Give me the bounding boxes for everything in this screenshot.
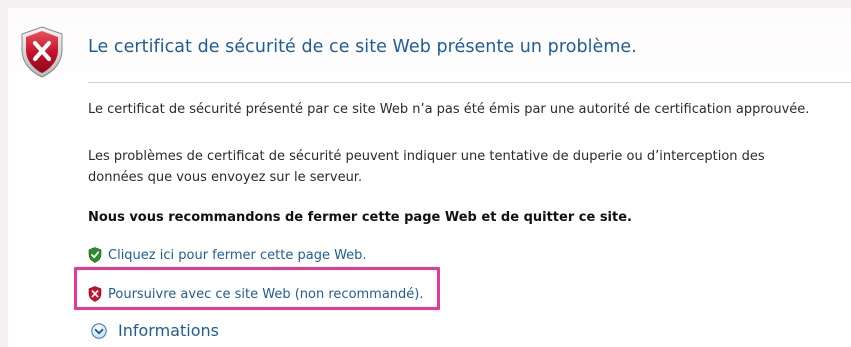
chevron-down-circle-icon	[91, 322, 107, 339]
certificate-error-page: Le certificat de sécurité de ce site Web…	[8, 8, 851, 347]
more-information-label[interactable]: Informations	[118, 321, 219, 340]
recommendation-text: Nous vous recommandons de fermer cette p…	[88, 210, 632, 225]
close-page-link-row[interactable]: Cliquez ici pour fermer cette page Web.	[88, 247, 367, 263]
close-page-link[interactable]: Cliquez ici pour fermer cette page Web.	[108, 248, 367, 263]
risk-explanation-line-2: données que vous envoyez sur le serveur.	[88, 170, 363, 185]
shield-check-icon	[88, 247, 102, 263]
page-title: Le certificat de sécurité de ce site Web…	[88, 37, 637, 57]
shield-warning-icon	[88, 286, 102, 302]
shield-error-icon	[21, 26, 63, 78]
risk-explanation-text: Les problèmes de certificat de sécurité …	[88, 146, 765, 188]
page-header: Le certificat de sécurité de ce site Web…	[8, 8, 851, 78]
continue-link-row[interactable]: Poursuivre avec ce site Web (non recomma…	[88, 286, 424, 302]
risk-explanation-line-1: Les problèmes de certificat de sécurité …	[88, 149, 765, 164]
more-information-toggle[interactable]: Informations	[91, 321, 219, 340]
untrusted-issuer-text: Le certificat de sécurité présenté par c…	[88, 102, 810, 117]
continue-to-site-link[interactable]: Poursuivre avec ce site Web (non recomma…	[108, 287, 424, 302]
title-divider	[88, 82, 851, 83]
